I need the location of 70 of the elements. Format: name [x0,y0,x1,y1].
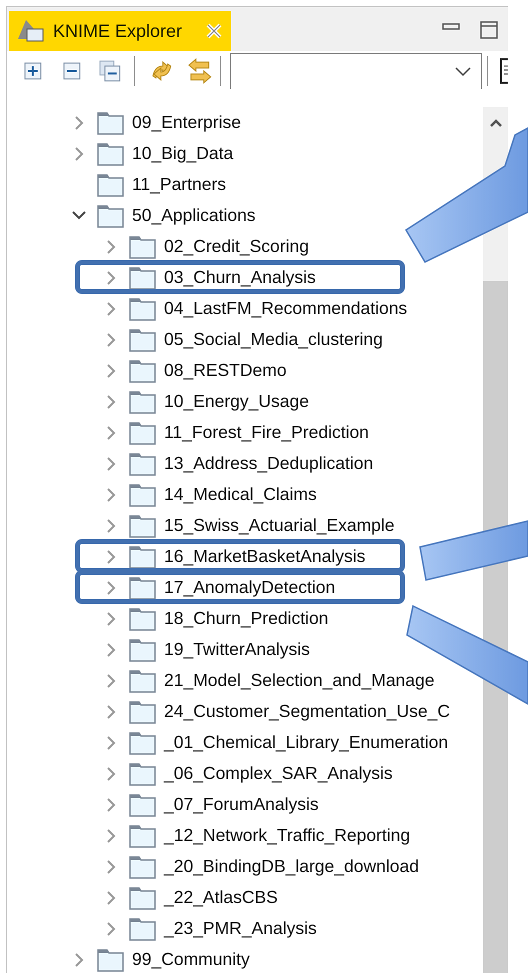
folder-icon [129,916,156,940]
folder-icon [129,234,156,258]
folder-label[interactable]: _22_AtlasCBS [164,884,278,911]
folder-icon [129,762,156,786]
folder-label[interactable]: 17_AnomalyDetection [164,574,336,601]
folder-icon [129,638,156,662]
folder-label[interactable]: _07_ForumAnalysis [164,791,319,818]
tab-title: KNIME Explorer [53,20,182,43]
chevron-down-icon[interactable] [71,210,87,221]
folder-label[interactable]: _23_PMR_Analysis [164,915,317,942]
folder-label[interactable]: _12_Network_Traffic_Reporting [164,822,410,849]
folder-label[interactable]: 11_Partners [132,171,226,198]
folder-icon [129,668,156,692]
folder-icon [129,482,156,506]
folder-icon [129,266,156,290]
scroll-up-icon[interactable] [490,119,502,127]
folder-icon [97,948,124,972]
folder-label[interactable]: 05_Social_Media_clustering [164,326,383,353]
folder-label[interactable]: 18_Churn_Prediction [164,605,328,632]
folder-label[interactable]: 15_Swiss_Actuarial_Example [164,512,395,539]
folder-icon [129,514,156,538]
folder-icon [129,824,156,848]
folder-label[interactable]: _20_BindingDB_large_download [164,853,419,880]
maximize-icon[interactable] [480,21,498,39]
folder-label[interactable]: 21_Model_Selection_and_Manage [164,667,434,694]
folder-icon [129,296,156,320]
view-tab[interactable]: KNIME Explorer [9,11,231,51]
folder-icon [129,420,156,444]
folder-label[interactable]: 02_Credit_Scoring [164,233,309,260]
folder-label[interactable]: _01_Chemical_Library_Enumeration [164,729,448,756]
folder-icon [129,886,156,910]
collapse-all-icon[interactable] [98,59,122,83]
folder-label[interactable]: 99_Community [132,946,250,973]
chevron-down-icon [455,66,472,76]
folder-icon [129,606,156,630]
close-icon[interactable] [205,22,223,40]
mount-point-dropdown[interactable] [230,53,482,89]
folder-label[interactable]: 14_Medical_Claims [164,481,317,508]
folder-icon [97,110,124,134]
folder-icon [129,544,156,568]
view-menu-icon[interactable] [500,57,508,85]
folder-icon [129,358,156,382]
folder-label[interactable]: 24_Customer_Segmentation_Use_C [164,698,450,725]
folder-icon [129,328,156,352]
folder-icon [129,792,156,816]
folder-label[interactable]: 16_MarketBasketAnalysis [164,543,366,570]
folder-icon [97,204,124,228]
folder-label[interactable]: 19_TwitterAnalysis [164,636,310,663]
folder-label[interactable]: _06_Complex_SAR_Analysis [164,760,393,787]
folder-label[interactable]: 13_Address_Deduplication [164,450,374,477]
folder-label[interactable]: 10_Big_Data [132,140,234,167]
collapse-icon[interactable] [62,61,82,81]
folder-icon [129,390,156,414]
folder-label[interactable]: 10_Energy_Usage [164,388,309,415]
folder-label[interactable]: 09_Enterprise [132,109,241,136]
folder-icon [129,854,156,878]
folder-label[interactable]: 11_Forest_Fire_Prediction [164,419,369,446]
folder-icon [129,700,156,724]
folder-icon [97,172,124,196]
minimize-icon[interactable] [442,23,460,31]
folder-label[interactable]: 08_RESTDemo [164,357,287,384]
folder-label[interactable]: 04_LastFM_Recommendations [164,295,408,322]
expand-all-icon[interactable] [23,61,43,81]
folder-label[interactable]: 50_Applications [132,202,256,229]
folder-icon [129,730,156,754]
sync-arrows-icon[interactable] [186,57,212,85]
folder-icon [129,452,156,476]
folder-icon [129,576,156,600]
folder-label[interactable]: 03_Churn_Analysis [164,264,316,291]
folder-icon [97,142,124,166]
